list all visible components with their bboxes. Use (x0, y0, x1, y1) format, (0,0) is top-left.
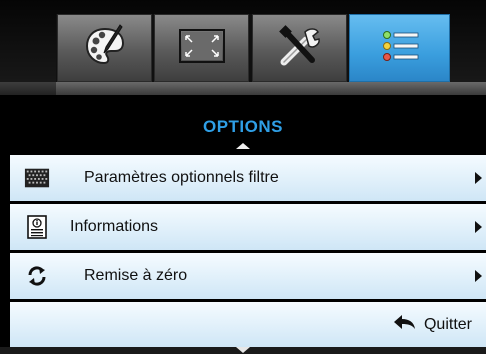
menu-item-informations[interactable]: Informations (10, 204, 486, 250)
reset-arrows-icon (24, 265, 50, 287)
chevron-right-icon (475, 221, 482, 233)
palette-icon (82, 23, 128, 74)
quit-button[interactable]: Quitter (392, 313, 472, 336)
options-menu: Paramètres optionnels filtre Information… (10, 155, 486, 347)
back-arrow-icon (392, 313, 416, 336)
filter-grid-icon (24, 167, 50, 189)
tab-options[interactable] (349, 14, 450, 82)
scroll-down-icon[interactable] (236, 347, 250, 353)
menu-item-label: Informations (70, 218, 159, 235)
tab-picture[interactable] (57, 14, 152, 82)
tab-base (56, 82, 486, 95)
chevron-right-icon (475, 172, 482, 184)
chevron-right-icon (475, 270, 482, 282)
page-title: OPTIONS (202, 117, 283, 136)
scroll-up-icon[interactable] (236, 143, 250, 149)
tab-base-left (0, 82, 56, 95)
info-document-icon (24, 215, 50, 239)
tab-settings[interactable] (252, 14, 347, 82)
menu-item-reset[interactable]: Remise à zéro (10, 253, 486, 299)
tab-display[interactable] (154, 14, 249, 82)
menu-item-label: Remise à zéro (84, 267, 188, 284)
tools-icon (276, 24, 324, 73)
list-options-icon (377, 26, 423, 71)
quit-label: Quitter (423, 315, 472, 333)
menu-item-label: Paramètres optionnels filtre (84, 169, 279, 186)
quit-row: Quitter (10, 302, 486, 347)
menu-item-filter-settings[interactable]: Paramètres optionnels filtre (10, 155, 486, 201)
screen-resize-icon (177, 26, 227, 71)
